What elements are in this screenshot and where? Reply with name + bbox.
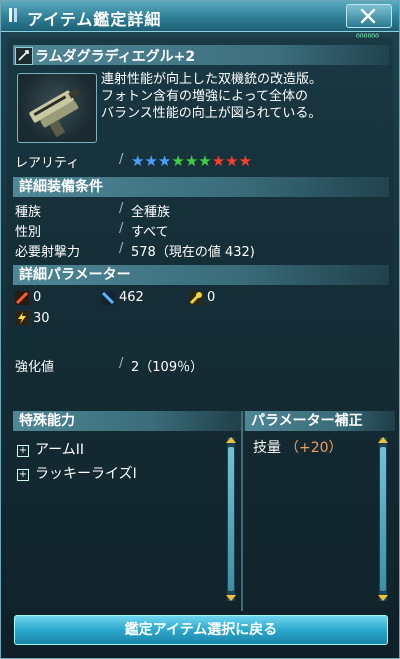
separator-slash: / (119, 152, 124, 167)
window-title: アイテム鑑定詳細 (27, 10, 162, 29)
ability-name: アームII (35, 442, 84, 458)
lightning-element-icon (15, 311, 29, 325)
ranged-attack-icon (101, 291, 115, 305)
ability-item[interactable]: + ラッキーライズI (17, 463, 137, 483)
bonus-stat-value: （+20） (285, 440, 343, 456)
separator-slash: / (119, 201, 124, 216)
rarity-star-icon: ★ (171, 152, 185, 170)
abilities-scrollbar[interactable] (226, 437, 236, 601)
rarity-star-icon: ★ (211, 152, 226, 170)
rarity-star-icon: ★ (198, 152, 212, 170)
gender-value: すべて (131, 225, 169, 240)
item-name-bar: ラムダグラディエグル+2 (13, 45, 389, 65)
required-ranged-label: 必要射撃力 (15, 245, 81, 260)
separator-slash: / (119, 241, 124, 256)
required-ranged-value: 578（現在の値 432) (131, 245, 255, 260)
lightning-element-value: 30 (33, 311, 50, 326)
separator-slash: / (119, 356, 124, 371)
technique-attack-icon (189, 291, 203, 305)
expand-icon: + (17, 445, 29, 457)
ability-name: ラッキーライズI (35, 466, 137, 482)
bonus-scrollbar[interactable] (378, 437, 388, 601)
rarity-label: レアリティ (15, 156, 80, 171)
scroll-up-icon[interactable] (226, 437, 236, 443)
item-appraisal-window: アイテム鑑定詳細 000000 ラムダグラディエグル+2 連射性能が向上した双機… (0, 0, 400, 659)
close-icon (360, 8, 376, 24)
gender-label: 性別 (15, 225, 42, 240)
ranged-attack-value: 462 (119, 290, 144, 305)
special-abilities-heading: 特殊能力 (13, 411, 245, 431)
param-bonus-heading: パラメーター補正 (245, 411, 395, 431)
close-button[interactable] (346, 4, 392, 28)
title-marker-icon (9, 8, 17, 22)
race-label: 種族 (15, 205, 42, 220)
striking-attack-value: 0 (33, 290, 42, 305)
twin-machinegun-icon (15, 47, 33, 65)
item-name: ラムダグラディエグル+2 (35, 49, 196, 65)
separator-slash: / (119, 221, 124, 236)
description-line: フォトン含有の増強によって全体の (101, 89, 308, 104)
bonus-stat-label: 技量 (253, 440, 281, 456)
weapon-image-icon (29, 88, 80, 138)
rarity-star-icon: ★ (225, 152, 239, 170)
expand-icon: + (17, 469, 29, 481)
item-description: 連射性能が向上した双機銃の改造版。 フォトン含有の増強によって全体の バランス性… (101, 71, 389, 122)
title-bar: アイテム鑑定詳細 (1, 1, 399, 32)
scroll-down-icon[interactable] (378, 595, 388, 601)
rarity-star-icon: ★ (184, 152, 199, 170)
description-line: バランス性能の向上が図られている。 (101, 106, 322, 121)
enhancement-label: 強化値 (15, 360, 55, 375)
rarity-star-icon: ★ (238, 152, 253, 170)
item-thumbnail (17, 73, 97, 143)
rarity-stars: ★★★★★★★★★ (131, 151, 253, 170)
race-value: 全種族 (131, 205, 171, 220)
scroll-up-icon[interactable] (378, 437, 388, 443)
rarity-star-icon: ★ (144, 152, 158, 170)
parameters-heading: 詳細パラメーター (13, 265, 389, 285)
description-line: 連射性能が向上した双機銃の改造版。 (101, 72, 323, 87)
enhancement-value: 2（109％） (131, 360, 204, 375)
technique-attack-value: 0 (207, 290, 216, 305)
scroll-thumb[interactable] (380, 447, 386, 591)
equip-conditions-heading: 詳細装備条件 (13, 177, 389, 197)
column-divider (241, 411, 243, 611)
ability-item[interactable]: + アームII (17, 439, 84, 459)
scroll-down-icon[interactable] (226, 595, 236, 601)
return-to-selection-button[interactable]: 鑑定アイテム選択に戻る (14, 615, 388, 645)
rarity-star-icon: ★ (131, 152, 145, 170)
striking-attack-icon (15, 291, 29, 305)
scroll-thumb[interactable] (228, 447, 234, 591)
rarity-star-icon: ★ (157, 152, 172, 170)
